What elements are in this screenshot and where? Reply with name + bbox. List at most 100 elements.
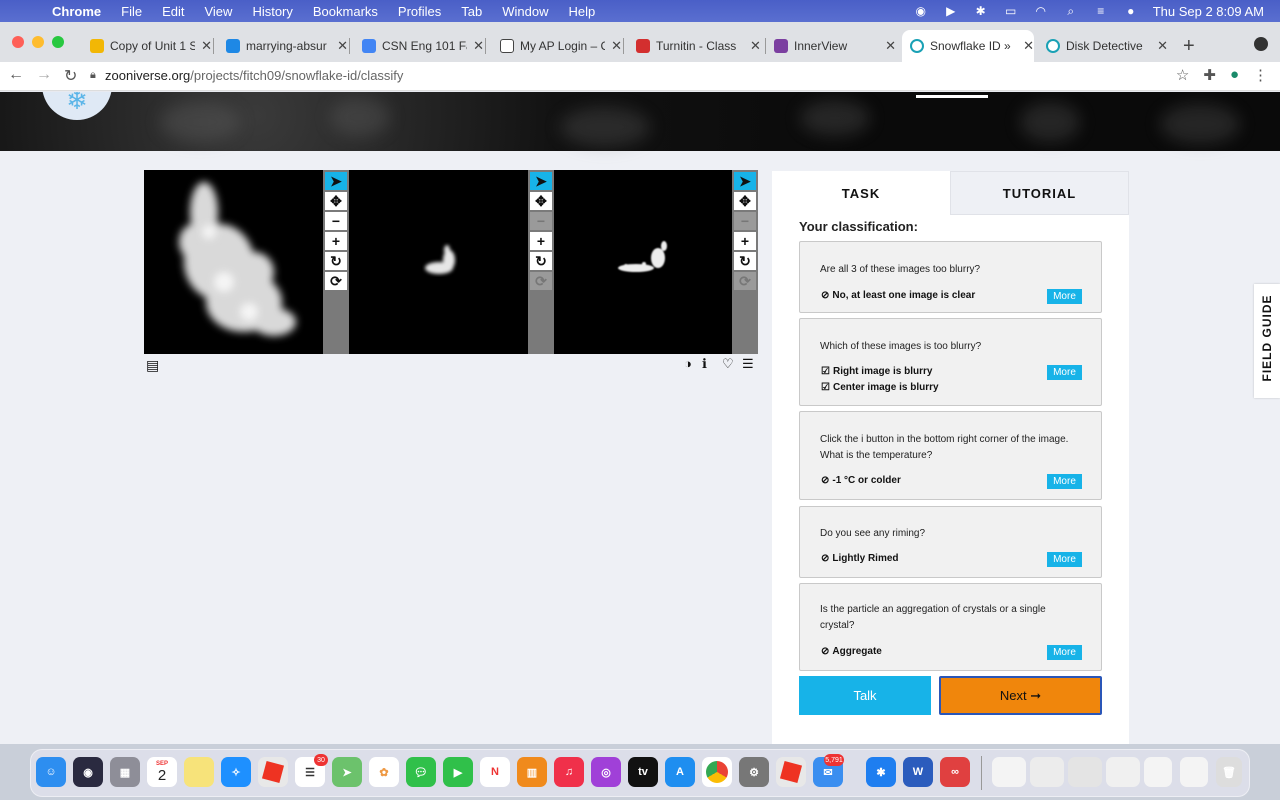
- pointer-tool-icon[interactable]: ➤: [734, 172, 756, 190]
- system-preferences-icon[interactable]: ⚙: [739, 757, 769, 787]
- chrome-menu-icon[interactable]: ⋮: [1253, 66, 1268, 84]
- close-tab-icon[interactable]: ✕: [885, 38, 896, 54]
- recent-document-icon[interactable]: [1068, 757, 1102, 787]
- screen-record-icon[interactable]: ◉: [913, 4, 929, 18]
- back-icon[interactable]: ←: [8, 66, 24, 84]
- roblox-studio-icon[interactable]: [776, 757, 806, 787]
- chrome-icon[interactable]: [702, 757, 732, 787]
- apple-tv-icon[interactable]: tv: [628, 757, 658, 787]
- close-tab-icon[interactable]: ✕: [1023, 38, 1034, 54]
- recent-document-icon[interactable]: [1106, 757, 1140, 787]
- rotate-icon[interactable]: ↻: [325, 252, 347, 270]
- close-tab-icon[interactable]: ✕: [201, 38, 212, 54]
- photos-icon[interactable]: ✿: [369, 757, 399, 787]
- extensions-icon[interactable]: ✚: [1203, 66, 1216, 84]
- film-strip-icon[interactable]: ▤: [146, 357, 159, 374]
- siri-icon[interactable]: ●: [1123, 4, 1139, 18]
- tab-disk-detective[interactable]: Disk Detective ✕: [1038, 32, 1168, 60]
- music-icon[interactable]: ♫: [554, 757, 584, 787]
- reload-icon[interactable]: ↻: [64, 66, 77, 86]
- zoom-in-icon[interactable]: +: [734, 232, 756, 250]
- podcasts-icon[interactable]: ◎: [591, 757, 621, 787]
- close-tab-icon[interactable]: ✕: [473, 38, 484, 54]
- messages-icon[interactable]: 💬︎: [406, 757, 436, 787]
- menu-bookmarks[interactable]: Bookmarks: [313, 4, 378, 19]
- wifi-icon[interactable]: ◠: [1033, 4, 1049, 18]
- more-button[interactable]: More: [1047, 645, 1082, 660]
- notes-icon[interactable]: [184, 757, 214, 787]
- zoom-out-icon[interactable]: −: [530, 212, 552, 230]
- more-button[interactable]: More: [1047, 365, 1082, 380]
- zoom-out-icon[interactable]: −: [734, 212, 756, 230]
- profile-avatar[interactable]: ●: [1230, 66, 1239, 84]
- creative-cloud-icon[interactable]: ∞: [940, 757, 970, 787]
- more-button[interactable]: More: [1047, 289, 1082, 304]
- tab-copy-of-unit[interactable]: Copy of Unit 1 S ✕: [82, 32, 214, 60]
- info-icon[interactable]: ℹ: [702, 356, 707, 372]
- zoom-in-icon[interactable]: +: [530, 232, 552, 250]
- recent-document-icon[interactable]: [992, 757, 1026, 787]
- tab-snowflake-id[interactable]: Snowflake ID » ✕: [902, 30, 1034, 62]
- favorite-heart-icon[interactable]: ♡: [722, 356, 734, 372]
- minimize-window-button[interactable]: [32, 36, 44, 48]
- menu-edit[interactable]: Edit: [162, 4, 184, 19]
- tab-csn-eng[interactable]: CSN Eng 101 Fa ✕: [354, 32, 486, 60]
- control-center-icon[interactable]: ≡: [1093, 4, 1109, 18]
- books-icon[interactable]: ▥: [517, 757, 547, 787]
- field-guide-tab[interactable]: FIELD GUIDE: [1254, 284, 1280, 398]
- recent-document-icon[interactable]: [1030, 757, 1064, 787]
- menu-help[interactable]: Help: [569, 4, 596, 19]
- tab-innerview[interactable]: InnerView ✕: [766, 32, 896, 60]
- rotate-icon[interactable]: ↻: [734, 252, 756, 270]
- talk-button[interactable]: Talk: [799, 676, 931, 715]
- forward-icon[interactable]: →: [36, 66, 52, 84]
- center-image[interactable]: [349, 170, 528, 354]
- next-button[interactable]: Next ➞: [939, 676, 1102, 715]
- finder-icon[interactable]: ☺: [36, 757, 66, 787]
- more-button[interactable]: More: [1047, 474, 1082, 489]
- rotate-icon[interactable]: ↻: [530, 252, 552, 270]
- menubar-clock[interactable]: Thu Sep 2 8:09 AM: [1153, 4, 1264, 19]
- calendar-icon[interactable]: SEP 2: [147, 757, 177, 787]
- zoom-out-icon[interactable]: −: [325, 212, 347, 230]
- left-image[interactable]: [144, 170, 323, 354]
- maps-icon[interactable]: ➤: [332, 757, 362, 787]
- menu-window[interactable]: Window: [502, 4, 548, 19]
- news-icon[interactable]: N: [480, 757, 510, 787]
- collections-list-icon[interactable]: ☰: [742, 356, 754, 372]
- menu-profiles[interactable]: Profiles: [398, 4, 441, 19]
- move-tool-icon[interactable]: ✥: [325, 192, 347, 210]
- tab-task[interactable]: TASK: [772, 171, 950, 215]
- move-tool-icon[interactable]: ✥: [530, 192, 552, 210]
- bookmark-star-icon[interactable]: ☆: [1176, 66, 1189, 84]
- bluetooth-icon[interactable]: ✱: [973, 4, 989, 18]
- close-tab-icon[interactable]: ✕: [337, 38, 348, 54]
- launchpad-icon[interactable]: ▦: [110, 757, 140, 787]
- tab-search-icon[interactable]: [1254, 37, 1268, 51]
- safari-icon[interactable]: ✧: [221, 757, 251, 787]
- tab-tutorial[interactable]: TUTORIAL: [950, 171, 1129, 215]
- pointer-tool-icon[interactable]: ➤: [325, 172, 347, 190]
- spotlight-search-icon[interactable]: ⌕: [1063, 4, 1079, 18]
- menu-view[interactable]: View: [204, 4, 232, 19]
- battery-icon[interactable]: ▭: [1003, 4, 1019, 18]
- lock-icon[interactable]: 🔒︎: [90, 69, 96, 82]
- trash-icon[interactable]: 🗑︎: [1216, 757, 1242, 787]
- close-tab-icon[interactable]: ✕: [1157, 38, 1168, 54]
- reset-view-icon[interactable]: ⟳: [530, 272, 552, 290]
- app-store-icon[interactable]: A: [665, 757, 695, 787]
- invert-contrast-icon[interactable]: ◑: [684, 356, 692, 371]
- siri-app-icon[interactable]: ◉: [73, 757, 103, 787]
- bluetooth-app-icon[interactable]: ✱: [866, 757, 896, 787]
- pointer-tool-icon[interactable]: ➤: [530, 172, 552, 190]
- new-tab-icon[interactable]: +: [1183, 35, 1195, 58]
- zoom-in-icon[interactable]: +: [325, 232, 347, 250]
- zoom-window-button[interactable]: [52, 36, 64, 48]
- project-logo[interactable]: ❄: [42, 92, 112, 120]
- menu-tab[interactable]: Tab: [461, 4, 482, 19]
- roblox-icon[interactable]: [258, 757, 288, 787]
- url-field[interactable]: zooniverse.org/projects/fitch09/snowflak…: [105, 68, 403, 83]
- tab-marrying-absur[interactable]: marrying-absur ✕: [218, 32, 350, 60]
- recent-document-icon[interactable]: [1144, 757, 1172, 787]
- close-window-button[interactable]: [12, 36, 24, 48]
